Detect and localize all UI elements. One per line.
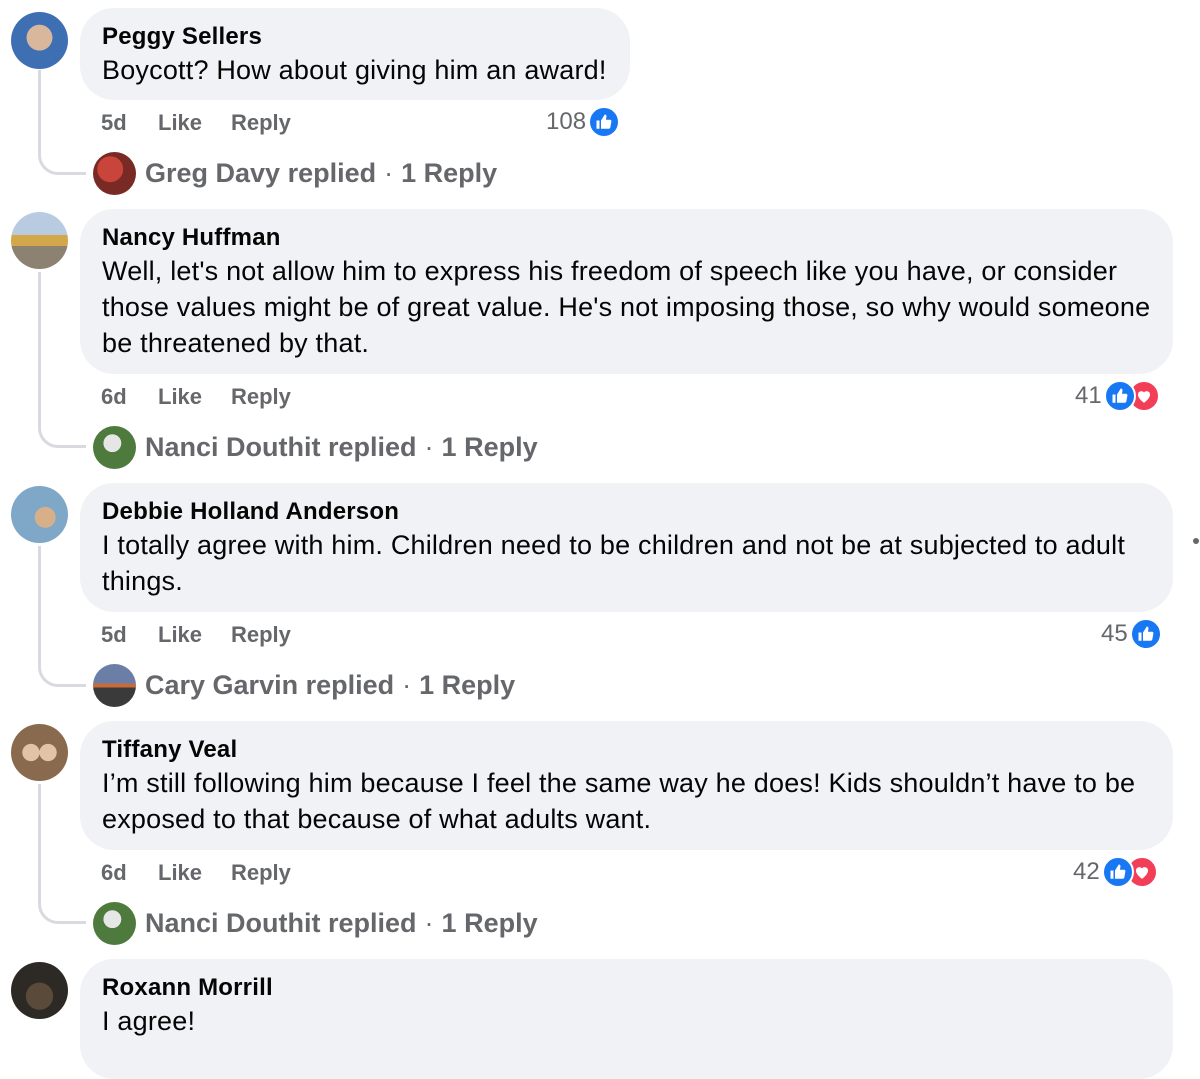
comment-text: Well, let's not allow him to express his… — [102, 256, 1151, 358]
reply-count: 1 Reply — [441, 907, 538, 938]
comment-text: I’m still following him because I feel t… — [102, 768, 1136, 834]
scroll-indicator — [1193, 538, 1199, 544]
comment-bubble: Nancy Huffman Well, let's not allow him … — [80, 209, 1173, 374]
reaction-summary[interactable]: 108 — [546, 105, 621, 139]
reaction-count: 42 — [1073, 858, 1100, 885]
comment-actions: 5d Like Reply — [101, 108, 311, 138]
reaction-count: 108 — [546, 108, 587, 135]
replier-name: Cary Garvin — [145, 669, 299, 700]
reaction-count: 41 — [1075, 382, 1102, 409]
reaction-summary[interactable]: 45 — [1101, 617, 1162, 651]
like-reaction-icon — [1103, 380, 1136, 412]
separator: · — [384, 157, 394, 188]
reply-thread-line — [38, 70, 86, 175]
comment-actions: 6d Like Reply — [101, 858, 311, 888]
reaction-summary[interactable]: 42 — [1073, 855, 1158, 889]
like-button[interactable]: Like — [158, 384, 231, 410]
like-button[interactable]: Like — [158, 622, 231, 648]
replier-avatar — [93, 151, 136, 195]
view-replies-link[interactable]: Nanci Douthit replied · 1 Reply — [93, 901, 538, 945]
comment-author[interactable]: Peggy Sellers — [102, 22, 608, 52]
like-reaction-icon — [588, 106, 621, 138]
view-replies-link[interactable]: Greg Davy replied · 1 Reply — [93, 151, 497, 195]
view-replies-link[interactable]: Nanci Douthit replied · 1 Reply — [93, 425, 538, 469]
comment-time[interactable]: 5d — [101, 110, 158, 136]
separator: · — [424, 431, 434, 462]
like-button[interactable]: Like — [158, 110, 231, 136]
reply-button[interactable]: Reply — [231, 622, 311, 648]
like-reaction-icon — [1101, 856, 1134, 888]
separator: · — [424, 907, 434, 938]
avatar[interactable] — [11, 212, 68, 269]
comment-author[interactable]: Roxann Morrill — [102, 973, 1151, 1003]
comment-text: I agree! — [102, 1006, 196, 1036]
replier-name: Greg Davy — [145, 157, 281, 188]
comment-time[interactable]: 6d — [101, 384, 158, 410]
comment-author[interactable]: Nancy Huffman — [102, 223, 1151, 253]
like-reaction-icon — [1129, 618, 1162, 650]
avatar[interactable] — [11, 724, 68, 781]
avatar[interactable] — [11, 962, 68, 1019]
comment-text: I totally agree with him. Children need … — [102, 530, 1126, 596]
reaction-count: 45 — [1101, 620, 1128, 647]
replied-label: replied — [287, 157, 377, 188]
like-button[interactable]: Like — [158, 860, 231, 886]
comment-actions: 6d Like Reply — [101, 382, 311, 412]
reply-button[interactable]: Reply — [231, 384, 311, 410]
reply-count: 1 Reply — [401, 157, 498, 188]
replier-avatar — [93, 425, 136, 469]
replier-avatar — [93, 663, 136, 707]
reply-button[interactable]: Reply — [231, 110, 311, 136]
comment-bubble: Peggy Sellers Boycott? How about giving … — [80, 8, 630, 100]
replier-name: Nanci Douthit — [145, 907, 321, 938]
replier-name: Nanci Douthit — [145, 431, 321, 462]
replied-label: replied — [328, 907, 417, 938]
replier-avatar — [93, 901, 136, 945]
reaction-summary[interactable]: 41 — [1075, 379, 1160, 413]
comment-text: Boycott? How about giving him an award! — [102, 55, 607, 85]
comment-author[interactable]: Tiffany Veal — [102, 735, 1151, 765]
comment-bubble: Debbie Holland Anderson I totally agree … — [80, 483, 1173, 612]
comment-bubble: Tiffany Veal I’m still following him bec… — [80, 721, 1173, 850]
replied-label: replied — [328, 431, 417, 462]
comment-time[interactable]: 5d — [101, 622, 158, 648]
comment-actions: 5d Like Reply — [101, 620, 311, 650]
avatar[interactable] — [11, 486, 68, 543]
reply-thread-line — [38, 546, 86, 687]
reply-count: 1 Reply — [441, 431, 538, 462]
comment-author[interactable]: Debbie Holland Anderson — [102, 497, 1151, 527]
reply-thread-line — [38, 784, 86, 924]
separator: · — [402, 669, 412, 700]
replied-label: replied — [305, 669, 395, 700]
avatar[interactable] — [11, 12, 68, 69]
comment-time[interactable]: 6d — [101, 860, 158, 886]
comment-bubble: Roxann Morrill I agree! — [80, 959, 1173, 1079]
reply-thread-line — [38, 272, 86, 448]
view-replies-link[interactable]: Cary Garvin replied · 1 Reply — [93, 663, 515, 707]
reply-count: 1 Reply — [419, 669, 516, 700]
reply-button[interactable]: Reply — [231, 860, 311, 886]
